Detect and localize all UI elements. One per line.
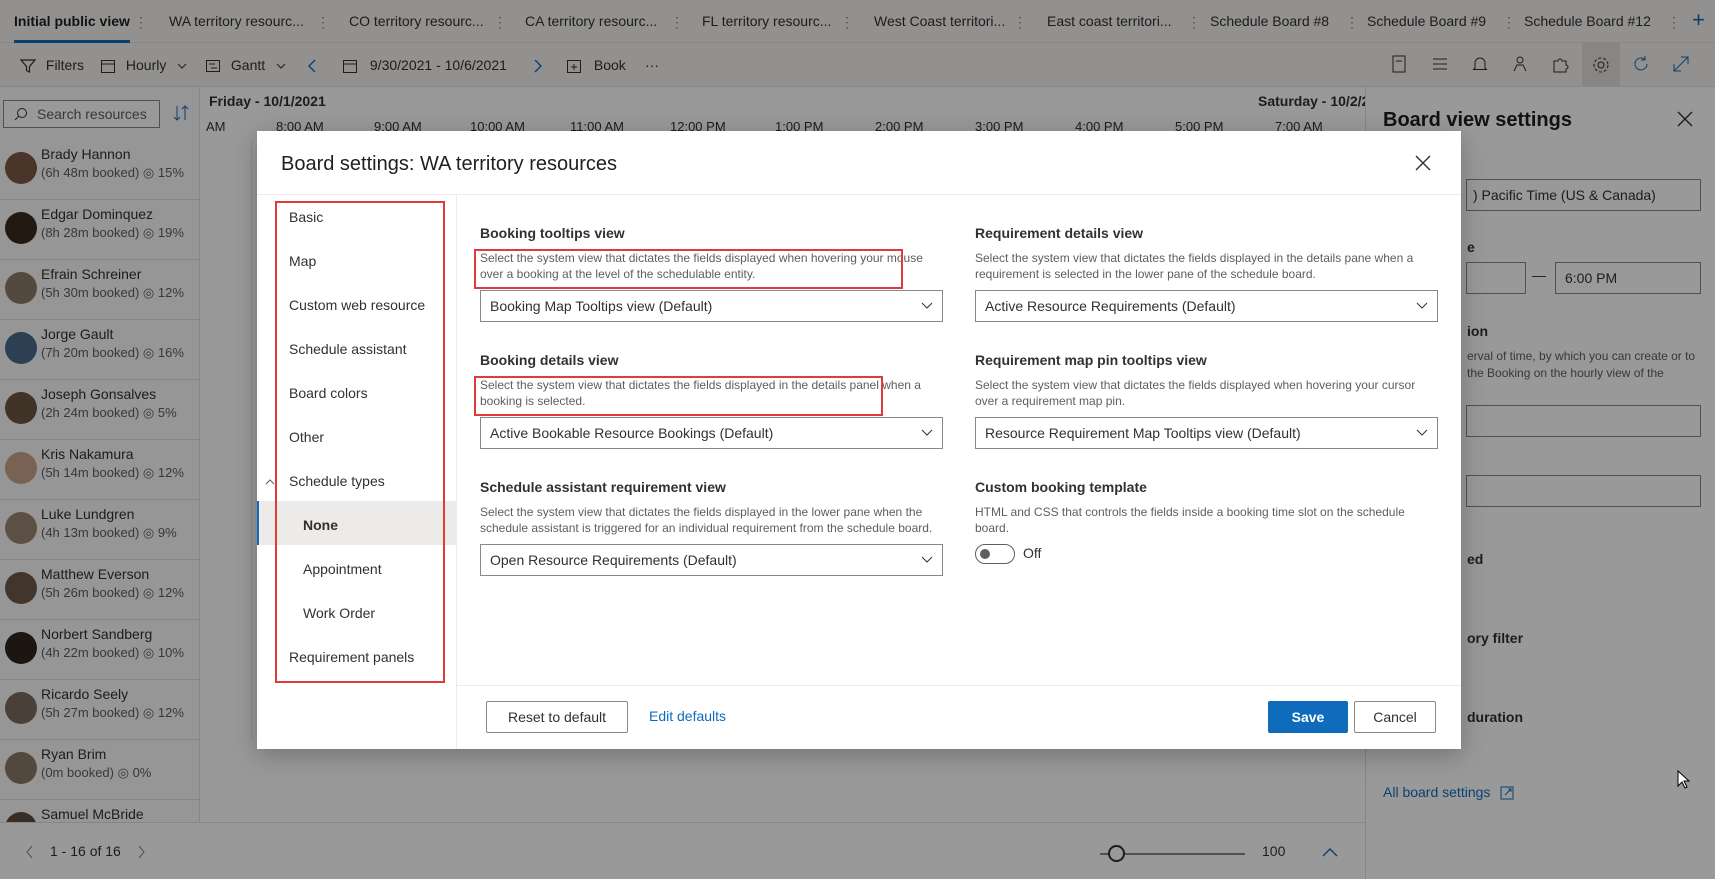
custom-booking-template-field: Custom booking template HTML and CSS tha… <box>975 479 1438 544</box>
requirement-map-pin-field: Requirement map pin tooltips view Select… <box>975 352 1438 449</box>
field-label: Booking tooltips view <box>480 225 625 241</box>
highlight-box <box>474 249 903 289</box>
schedule-assistant-requirement-select[interactable]: Open Resource Requirements (Default) <box>480 544 943 576</box>
edit-defaults-link[interactable]: Edit defaults <box>649 708 726 724</box>
reset-to-default-button[interactable]: Reset to default <box>486 701 628 733</box>
mouse-pointer-icon <box>1677 770 1691 789</box>
cancel-button[interactable]: Cancel <box>1354 701 1436 733</box>
chevron-up-icon[interactable] <box>265 478 275 485</box>
chevron-down-icon <box>921 556 933 563</box>
requirement-details-field: Requirement details view Select the syst… <box>975 225 1438 322</box>
booking-details-select[interactable]: Active Bookable Resource Bookings (Defau… <box>480 417 943 449</box>
chevron-down-icon <box>921 429 933 436</box>
field-description: Select the system view that dictates the… <box>975 251 1414 281</box>
requirement-details-select[interactable]: Active Resource Requirements (Default) <box>975 290 1438 322</box>
field-label: Custom booking template <box>975 479 1147 495</box>
field-description: Select the system view that dictates the… <box>975 378 1416 408</box>
field-description: Select the system view that dictates the… <box>480 505 933 535</box>
toggle-state-label: Off <box>1023 545 1042 561</box>
board-settings-dialog: Board settings: WA territory resources B… <box>257 131 1461 749</box>
field-label: Requirement map pin tooltips view <box>975 352 1207 368</box>
field-description: HTML and CSS that controls the fields in… <box>975 505 1405 535</box>
chevron-down-icon <box>1416 302 1428 309</box>
save-button[interactable]: Save <box>1268 701 1348 733</box>
custom-template-toggle[interactable] <box>975 544 1015 564</box>
field-label: Booking details view <box>480 352 619 368</box>
booking-tooltips-select[interactable]: Booking Map Tooltips view (Default) <box>480 290 943 322</box>
chevron-down-icon <box>1416 429 1428 436</box>
highlight-box <box>275 201 445 683</box>
divider <box>457 685 1461 686</box>
requirement-map-pin-select[interactable]: Resource Requirement Map Tooltips view (… <box>975 417 1438 449</box>
close-icon[interactable] <box>1415 155 1431 171</box>
field-label: Requirement details view <box>975 225 1144 241</box>
dialog-title: Board settings: WA territory resources <box>281 153 618 175</box>
chevron-down-icon <box>921 302 933 309</box>
field-label: Schedule assistant requirement view <box>480 479 726 495</box>
highlight-box <box>474 376 883 416</box>
schedule-assistant-requirement-field: Schedule assistant requirement view Sele… <box>480 479 943 576</box>
